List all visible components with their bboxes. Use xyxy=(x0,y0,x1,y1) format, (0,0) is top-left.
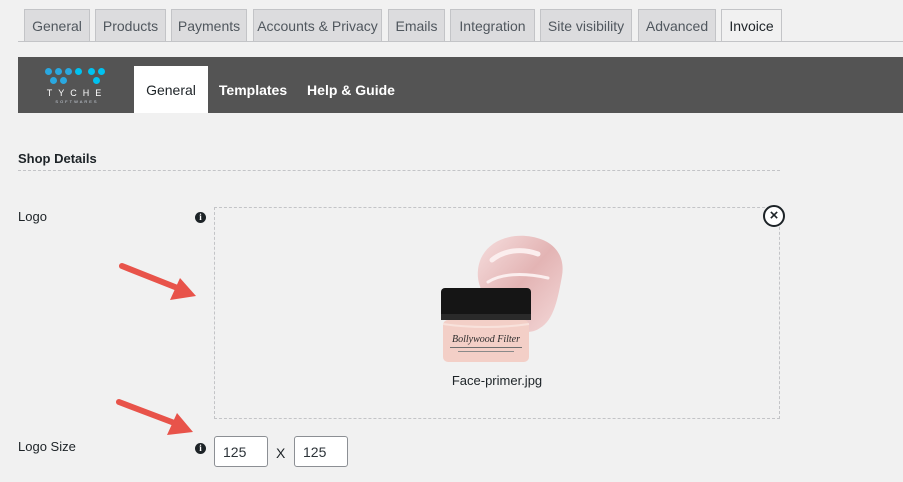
tyche-logo: TYCHE SOFTWARES xyxy=(44,68,110,106)
tab-invoice[interactable]: Invoice xyxy=(721,9,782,42)
plugin-nav-bar: TYCHE SOFTWARES General Templates Help &… xyxy=(18,57,903,113)
logo-dot xyxy=(75,68,82,75)
logo-dot xyxy=(93,77,100,84)
tab-integration[interactable]: Integration xyxy=(450,9,535,41)
tabs-divider xyxy=(18,41,903,42)
settings-tabs: General Products Payments Accounts & Pri… xyxy=(0,0,903,42)
logo-dot xyxy=(60,77,67,84)
logo-subtext: SOFTWARES xyxy=(55,99,99,104)
tab-products[interactable]: Products xyxy=(95,9,166,41)
logo-label: Logo xyxy=(18,209,47,224)
logo-file-name: Face-primer.jpg xyxy=(451,373,543,388)
tab-advanced[interactable]: Advanced xyxy=(638,9,716,41)
tab-payments[interactable]: Payments xyxy=(171,9,247,41)
logo-dot xyxy=(45,68,52,75)
logo-width-input[interactable] xyxy=(214,436,268,467)
logo-image: Bollywood Filter xyxy=(441,235,563,362)
tab-site-visibility[interactable]: Site visibility xyxy=(540,9,632,41)
annotation-arrow xyxy=(116,399,193,435)
logo-height-input[interactable] xyxy=(294,436,348,467)
nav-help-guide[interactable]: Help & Guide xyxy=(302,66,400,113)
close-circle-icon[interactable]: × xyxy=(763,205,785,227)
annotation-arrow xyxy=(119,263,196,300)
tab-accounts-privacy[interactable]: Accounts & Privacy xyxy=(253,9,382,41)
section-divider xyxy=(18,170,780,171)
logo-size-label: Logo Size xyxy=(18,439,76,454)
logo-dot xyxy=(55,68,62,75)
info-icon[interactable]: i xyxy=(195,212,206,223)
tab-emails[interactable]: Emails xyxy=(388,9,445,41)
tab-general[interactable]: General xyxy=(24,9,90,41)
svg-text:Bollywood Filter: Bollywood Filter xyxy=(452,334,520,345)
nav-general[interactable]: General xyxy=(134,66,208,113)
logo-dot xyxy=(88,68,95,75)
logo-dot xyxy=(65,68,72,75)
section-title: Shop Details xyxy=(18,151,97,166)
info-icon[interactable]: i xyxy=(195,443,206,454)
logo-wordmark: TYCHE xyxy=(46,88,108,98)
nav-templates[interactable]: Templates xyxy=(214,66,292,113)
size-separator: X xyxy=(276,445,286,461)
logo-dot xyxy=(50,77,57,84)
logo-dot xyxy=(98,68,105,75)
